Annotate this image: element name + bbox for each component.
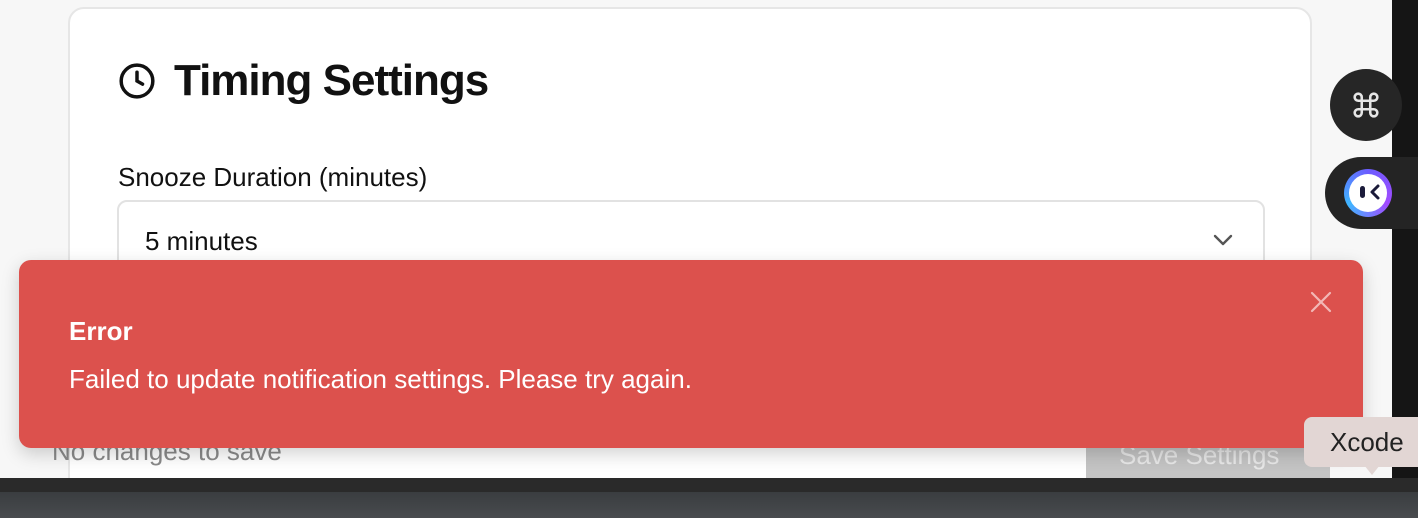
snooze-duration-label: Snooze Duration (minutes) (118, 162, 428, 192)
assistant-icon (1344, 169, 1392, 217)
toast-message: Failed to update notification settings. … (69, 364, 692, 394)
snooze-duration-value: 5 minutes (145, 226, 258, 256)
dock-tooltip: Xcode (1304, 417, 1418, 467)
assistant-button[interactable] (1325, 157, 1418, 229)
command-icon (1353, 92, 1379, 118)
page-title: Timing Settings (174, 56, 489, 105)
tooltip-arrow (1364, 465, 1380, 475)
close-icon[interactable] (1309, 290, 1333, 314)
error-toast: Error Failed to update notification sett… (19, 260, 1363, 448)
desktop-bottom-strip (0, 478, 1418, 518)
dock-tooltip-label: Xcode (1330, 427, 1404, 457)
app-window: Timing Settings Snooze Duration (minutes… (0, 0, 1400, 478)
clock-icon (119, 63, 155, 99)
command-button[interactable] (1330, 69, 1402, 141)
chevron-down-icon (1213, 234, 1233, 246)
card-header: Timing Settings (118, 56, 489, 106)
toast-title: Error (69, 316, 133, 346)
window-bezel (1392, 0, 1418, 488)
